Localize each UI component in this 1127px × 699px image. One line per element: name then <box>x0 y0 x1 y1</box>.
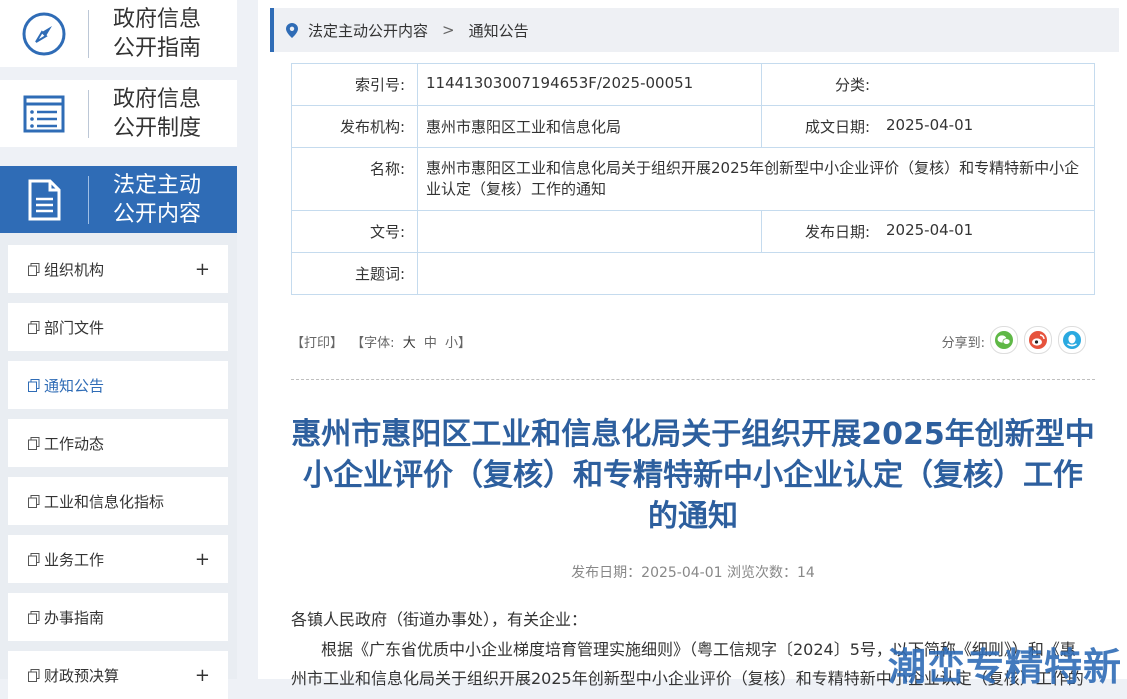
sidebar-item-label: 工作动态 <box>44 434 105 453</box>
doc-icon <box>28 494 40 508</box>
public-content-button[interactable]: 法定主动 公开内容 <box>0 166 237 233</box>
article-salutation: 各镇人民政府（街道办事处），有关企业： <box>291 610 588 629</box>
name-label: 名称: <box>291 147 418 211</box>
divider <box>88 175 89 224</box>
font-medium-link[interactable]: 中 <box>424 336 437 351</box>
guide-label: 政府信息 公开指南 <box>113 6 202 61</box>
sidebar-item-indicators[interactable]: 工业和信息化指标 <box>8 477 228 525</box>
expand-icon[interactable]: + <box>195 665 210 686</box>
category-value <box>878 63 1095 106</box>
system-button[interactable]: 政府信息 公开制度 <box>0 80 237 147</box>
docno-value <box>417 210 762 253</box>
divider <box>88 9 89 58</box>
print-link[interactable]: 【打印】 <box>291 336 343 351</box>
keywords-value <box>417 252 1095 295</box>
sidebar-item-budget[interactable]: 财政预决算 + <box>8 651 228 699</box>
sidebar-item-label: 部门文件 <box>44 318 105 337</box>
breadcrumb-separator: > <box>442 21 455 39</box>
breadcrumb-current[interactable]: 通知公告 <box>469 20 529 41</box>
divider <box>291 379 1095 380</box>
guide-button[interactable]: 政府信息 公开指南 <box>0 0 237 67</box>
sidebar-item-label: 办事指南 <box>44 608 105 627</box>
created-date-label: 成文日期: <box>761 105 878 148</box>
font-size-label: 【字体: <box>351 336 395 351</box>
keywords-label: 主题词: <box>291 252 418 295</box>
category-label: 分类: <box>761 63 878 106</box>
share-label: 分享到: <box>941 336 985 351</box>
expand-icon[interactable]: + <box>195 549 210 570</box>
index-value: 11441303007194653F/2025-00051 <box>417 63 762 106</box>
breadcrumb-link[interactable]: 法定主动公开内容 <box>308 20 428 41</box>
sidebar-item-notices[interactable]: 通知公告 <box>8 361 228 409</box>
sidebar-item-documents[interactable]: 部门文件 <box>8 303 228 351</box>
weibo-icon[interactable] <box>1024 326 1052 354</box>
watermark-logo: 潮峦专精特新 <box>888 645 1123 689</box>
doc-icon <box>28 668 40 682</box>
doc-icon <box>28 378 40 392</box>
pubdate-value: 2025-04-01 <box>878 210 1095 253</box>
compass-icon <box>0 0 88 67</box>
article-tools: 【打印】 【字体: 大 中 小】 分享到: <box>291 326 1095 354</box>
sidebar-item-label: 通知公告 <box>44 376 105 395</box>
expand-icon[interactable]: + <box>195 259 210 280</box>
location-pin-icon <box>286 22 298 38</box>
list-icon <box>0 80 88 147</box>
doc-icon <box>28 262 40 276</box>
breadcrumb: 法定主动公开内容 > 通知公告 <box>270 8 1119 52</box>
sidebar-item-guide[interactable]: 办事指南 <box>8 593 228 641</box>
sidebar-item-label: 财政预决算 <box>44 666 120 685</box>
name-value: 惠州市惠阳区工业和信息化局关于组织开展2025年创新型中小企业评价（复核）和专精… <box>417 147 1095 211</box>
article-pub-info: 发布日期：2025-04-01 浏览次数：14 <box>571 565 815 581</box>
public-content-label: 法定主动 公开内容 <box>113 172 202 227</box>
docno-label: 文号: <box>291 210 418 253</box>
sidebar-item-organization[interactable]: 组织机构 + <box>8 245 228 293</box>
sidebar-item-business[interactable]: 业务工作 + <box>8 535 228 583</box>
sidebar-nav: 组织机构 + 部门文件 通知公告 工作动态 工业和信息化指标 业务工作 + 办事… <box>0 233 237 699</box>
article-title: 惠州市惠阳区工业和信息化局关于组织开展2025年创新型中小企业评价（复核）和专精… <box>291 417 1095 534</box>
sidebar: 政府信息 公开指南 政府信息 公开制度 法定主动 公开内容 组织机构 + 部门文… <box>0 0 237 699</box>
sidebar-item-label: 组织机构 <box>44 260 105 279</box>
doc-icon <box>28 436 40 450</box>
sidebar-item-label: 工业和信息化指标 <box>44 492 165 511</box>
font-small-link[interactable]: 小】 <box>445 336 471 351</box>
wechat-icon[interactable] <box>990 326 1018 354</box>
doc-icon <box>28 320 40 334</box>
divider <box>88 89 89 138</box>
org-value: 惠州市惠阳区工业和信息化局 <box>417 105 762 148</box>
pubdate-label: 发布日期: <box>761 210 878 253</box>
system-label: 政府信息 公开制度 <box>113 86 202 141</box>
doc-icon <box>28 610 40 624</box>
qq-icon[interactable] <box>1058 326 1086 354</box>
org-label: 发布机构: <box>291 105 418 148</box>
sidebar-item-label: 业务工作 <box>44 550 105 569</box>
index-label: 索引号: <box>291 63 418 106</box>
document-icon <box>0 166 88 233</box>
metadata-table: 索引号: 11441303007194653F/2025-00051 分类: 发… <box>291 63 1095 295</box>
font-large-link[interactable]: 大 <box>403 336 416 351</box>
created-date-value: 2025-04-01 <box>878 105 1095 148</box>
sidebar-item-work-news[interactable]: 工作动态 <box>8 419 228 467</box>
main-content: 法定主动公开内容 > 通知公告 索引号: 11441303007194653F/… <box>258 0 1127 688</box>
doc-icon <box>28 552 40 566</box>
